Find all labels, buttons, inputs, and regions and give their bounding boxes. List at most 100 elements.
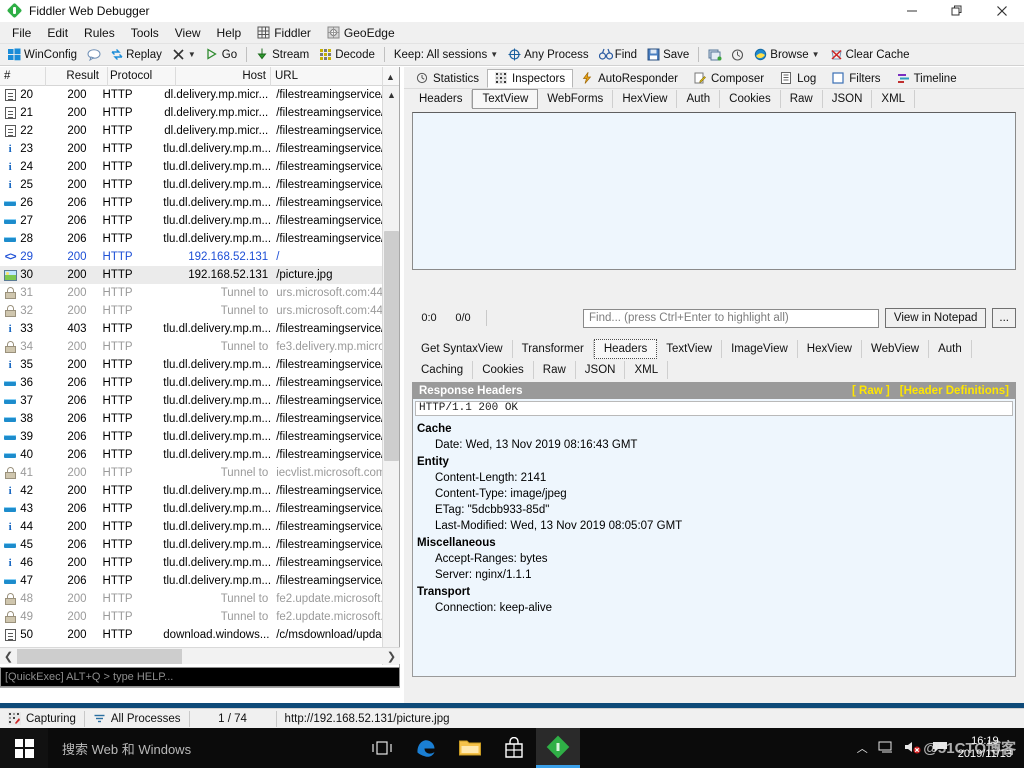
tab-imageview[interactable]: ImageView [722, 340, 798, 358]
session-list[interactable]: # Result Protocol Host URL ▲ 20 200 HTTP dl… [0, 66, 400, 688]
session-row[interactable]: 50 200 HTTP download.windows... /c/msdownloa… [0, 626, 383, 644]
horizontal-scroll-thumb[interactable] [17, 648, 182, 664]
task-view-icon[interactable] [360, 728, 404, 768]
horizontal-scroll-track[interactable] [17, 648, 383, 665]
header-line[interactable]: Accept-Ranges: bytes [417, 551, 1015, 567]
tab-textview[interactable]: TextView [472, 88, 539, 109]
tab-raw[interactable]: Raw [534, 361, 576, 379]
session-row[interactable]: i 24 200 HTTP tlu.dl.delivery.mp.m... /filest… [0, 158, 383, 176]
session-row[interactable]: i 46 200 HTTP tlu.dl.delivery.mp.m... /filest… [0, 554, 383, 572]
fiddler-taskbar-icon[interactable] [536, 728, 580, 768]
tab-headers[interactable]: Headers [410, 89, 473, 108]
tab-cookies[interactable]: Cookies [720, 89, 781, 108]
tab-timeline[interactable]: Timeline [889, 69, 965, 88]
menu-geoedge[interactable]: GeoEdge [319, 24, 403, 42]
tab-xml[interactable]: XML [625, 361, 669, 379]
tab-json[interactable]: JSON [576, 361, 626, 379]
session-row[interactable]: i 35 200 HTTP tlu.dl.delivery.mp.m... /filest… [0, 356, 383, 374]
scroll-right-arrow-icon[interactable]: ❯ [383, 648, 400, 665]
menu-rules[interactable]: Rules [76, 24, 123, 42]
session-row[interactable]: 20 200 HTTP dl.delivery.mp.micr... /filestre… [0, 86, 383, 104]
column-header-host[interactable]: Host [176, 66, 271, 86]
session-row[interactable]: 41 200 HTTP Tunnel to iecvlist.microsoft.com… [0, 464, 383, 482]
raw-link[interactable]: [ Raw ] [852, 385, 890, 397]
action-center-icon[interactable] [932, 740, 948, 757]
session-row[interactable]: 38 206 HTTP tlu.dl.delivery.mp.m... /filestr… [0, 410, 383, 428]
session-row[interactable]: 39 206 HTTP tlu.dl.delivery.mp.m... /filestr… [0, 428, 383, 446]
menu-help[interactable]: Help [209, 24, 250, 42]
stream-button[interactable]: Stream [251, 47, 314, 62]
response-status-line[interactable]: HTTP/1.1 200 OK [415, 401, 1013, 416]
header-line[interactable]: Content-Type: image/jpeg [417, 486, 1015, 502]
tab-headers[interactable]: Headers [593, 339, 658, 359]
remove-button[interactable]: ▼ [167, 47, 201, 62]
tray-expand-icon[interactable]: ︿ [857, 740, 868, 756]
decode-button[interactable]: Decode [314, 47, 380, 62]
view-in-notepad-button[interactable]: View in Notepad [884, 308, 987, 328]
menu-file[interactable]: File [4, 24, 39, 42]
tab-log[interactable]: Log [772, 69, 824, 88]
browse-dropdown-caret-icon[interactable]: ▼ [812, 50, 820, 59]
header-line[interactable]: Date: Wed, 13 Nov 2019 08:16:43 GMT [417, 437, 1015, 453]
session-row[interactable]: 43 206 HTTP tlu.dl.delivery.mp.m... /filestr… [0, 500, 383, 518]
tab-auth[interactable]: Auth [929, 340, 972, 358]
volume-muted-icon[interactable] [904, 740, 922, 757]
more-options-button[interactable]: ... [992, 308, 1016, 328]
save-button[interactable]: Save [642, 47, 694, 62]
tab-get-syntaxview[interactable]: Get SyntaxView [412, 340, 513, 358]
session-row[interactable]: 45 206 HTTP tlu.dl.delivery.mp.m... /filestr… [0, 536, 383, 554]
column-header-protocol[interactable]: Protocol [108, 66, 176, 86]
tab-webforms[interactable]: WebForms [538, 89, 614, 108]
maximize-restore-icon[interactable] [934, 0, 979, 22]
session-row[interactable]: 36 206 HTTP tlu.dl.delivery.mp.m... /filestr… [0, 374, 383, 392]
tab-json[interactable]: JSON [823, 89, 873, 108]
capturing-status[interactable]: Capturing [0, 709, 84, 729]
session-row[interactable]: 49 200 HTTP Tunnel to fe2.update.microsoft. [0, 608, 383, 626]
session-row[interactable]: 34 200 HTTP Tunnel to fe3.delivery.mp.micro [0, 338, 383, 356]
session-row[interactable]: 31 200 HTTP Tunnel to urs.microsoft.com:443 [0, 284, 383, 302]
menu-edit[interactable]: Edit [39, 24, 76, 42]
taskbar-clock[interactable]: 16:19 2019/11/13 [958, 735, 1018, 761]
tab-hexview[interactable]: HexView [613, 89, 678, 108]
session-row[interactable]: 47 206 HTTP tlu.dl.delivery.mp.m... /filestr… [0, 572, 383, 590]
session-row[interactable]: i 44 200 HTTP tlu.dl.delivery.mp.m... /filest… [0, 518, 383, 536]
tab-textview[interactable]: TextView [657, 340, 723, 358]
process-filter[interactable]: All Processes [85, 709, 189, 729]
close-icon[interactable] [979, 0, 1024, 22]
tab-hexview[interactable]: HexView [798, 340, 862, 358]
header-line[interactable]: Connection: keep-alive [417, 600, 1015, 616]
request-textview-body[interactable] [412, 112, 1016, 270]
edge-icon[interactable] [404, 728, 448, 768]
session-row[interactable]: 28 206 HTTP tlu.dl.delivery.mp.m... /filestr… [0, 230, 383, 248]
session-rows[interactable]: 20 200 HTTP dl.delivery.mp.micr... /filestre… [0, 86, 383, 665]
session-row[interactable]: i 23 200 HTTP tlu.dl.delivery.mp.m... /filest… [0, 140, 383, 158]
session-row[interactable]: 40 206 HTTP tlu.dl.delivery.mp.m... /filestr… [0, 446, 383, 464]
header-line[interactable]: Content-Length: 2141 [417, 470, 1015, 486]
session-row[interactable]: 26 206 HTTP tlu.dl.delivery.mp.m... /filestr… [0, 194, 383, 212]
tab-caching[interactable]: Caching [412, 361, 474, 379]
header-definitions-link[interactable]: [Header Definitions] [900, 385, 1009, 397]
tab-cookies[interactable]: Cookies [473, 361, 534, 379]
column-header-result[interactable]: Result [46, 66, 108, 86]
session-row[interactable]: 32 200 HTTP Tunnel to urs.microsoft.com:443 [0, 302, 383, 320]
session-row[interactable]: 22 200 HTTP dl.delivery.mp.micr... /filestre… [0, 122, 383, 140]
keep-sessions-dropdown[interactable]: Keep: All sessions ▼ [389, 48, 503, 62]
comment-button[interactable] [82, 47, 105, 62]
keep-dropdown-caret-icon[interactable]: ▼ [490, 50, 498, 59]
file-explorer-icon[interactable] [448, 728, 492, 768]
header-line[interactable]: Server: nginx/1.1.1 [417, 567, 1015, 583]
quickexec-input[interactable]: [QuickExec] ALT+Q > type HELP... [0, 667, 400, 687]
tab-autoresponder[interactable]: AutoResponder [573, 69, 686, 88]
scroll-left-arrow-icon[interactable]: ❮ [0, 648, 17, 665]
replay-button[interactable]: Replay [105, 47, 167, 62]
browse-button[interactable]: Browse ▼ [749, 47, 824, 62]
session-row[interactable]: 48 200 HTTP Tunnel to fe2.update.microsoft. [0, 590, 383, 608]
store-icon[interactable] [492, 728, 536, 768]
tab-statistics[interactable]: Statistics [408, 69, 487, 88]
session-row[interactable]: 37 206 HTTP tlu.dl.delivery.mp.m... /filestr… [0, 392, 383, 410]
clear-cache-button[interactable]: Clear Cache [825, 47, 915, 62]
header-line[interactable]: ETag: "5dcbb933-85d" [417, 502, 1015, 518]
session-row[interactable]: i 33 403 HTTP tlu.dl.delivery.mp.m... /filest… [0, 320, 383, 338]
session-list-horizontal-scrollbar[interactable]: ❮ ❯ [0, 647, 400, 664]
session-row[interactable]: i 42 200 HTTP tlu.dl.delivery.mp.m... /filest… [0, 482, 383, 500]
